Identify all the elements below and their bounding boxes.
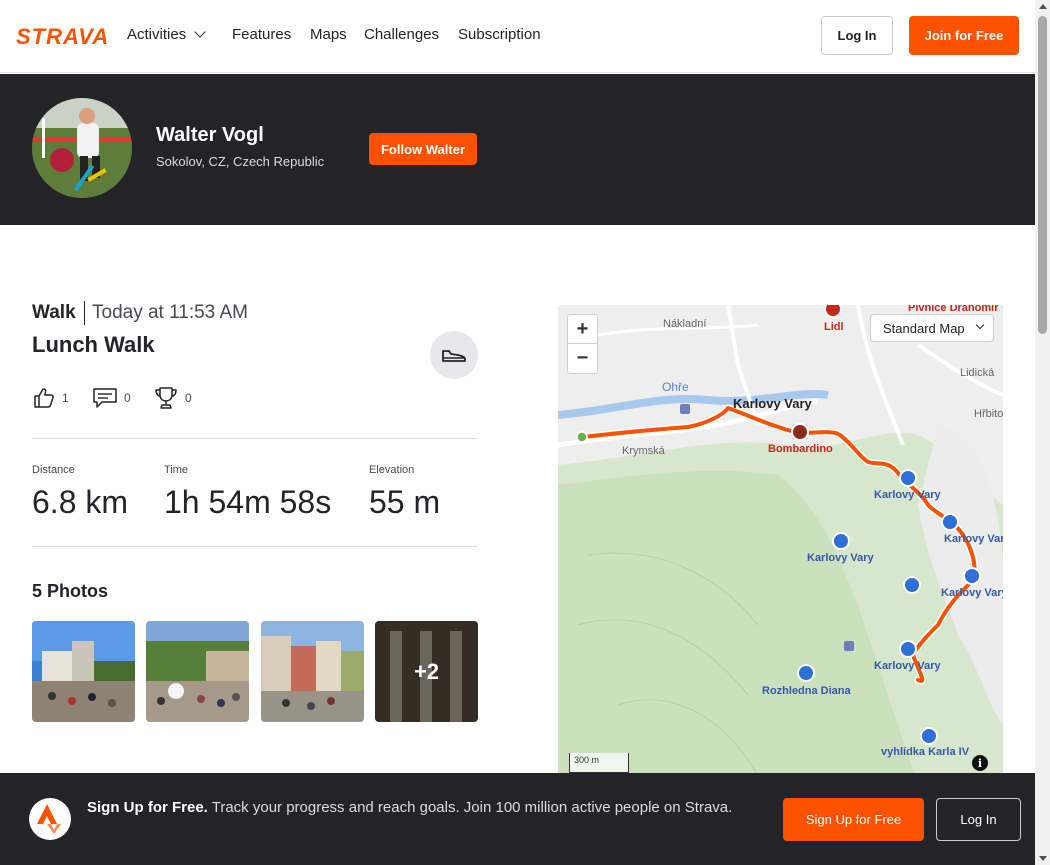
activity-page: STRAVA Activities Features Maps Challeng… — [0, 0, 1050, 865]
map-label: Karlovy Vary — [944, 533, 1003, 545]
photo-thumbnail[interactable] — [32, 621, 135, 722]
thumbs-up-icon — [34, 388, 54, 408]
nav-activities-label: Activities — [127, 26, 187, 43]
nav-subscription[interactable]: Subscription — [458, 26, 541, 43]
photos-title: 5 Photos — [32, 581, 109, 601]
stat-label: Time — [164, 464, 189, 476]
map-label: Krymská — [622, 445, 665, 457]
stat-distance: Distance 6.8 km — [32, 464, 128, 521]
stat-label: Distance — [32, 464, 75, 476]
stat-value: 55 m — [369, 484, 441, 520]
divider — [32, 438, 478, 439]
achievements-button[interactable]: 0 — [153, 385, 192, 411]
activity-time: Today at 11:53 AM — [92, 302, 248, 323]
map-label: Karlovy Vary — [733, 396, 812, 411]
photo-thumbnail[interactable] — [261, 621, 364, 722]
map-style-value: Standard Map — [883, 320, 965, 336]
photo-thumbnail-more[interactable]: +2 — [375, 621, 478, 722]
kudos-button[interactable]: 1 — [32, 385, 69, 411]
scroll-up-icon[interactable] — [1039, 4, 1047, 9]
map-label: Rozhledna Diana — [762, 685, 851, 697]
stat-value: 6.8 km — [32, 484, 129, 520]
athlete-name[interactable]: Walter Vogl — [156, 124, 264, 147]
activity-title: Lunch Walk — [32, 332, 155, 357]
more-photos-count: +2 — [375, 621, 478, 722]
map-scale: 300 m — [569, 753, 629, 773]
map-label: Lidl — [824, 321, 844, 333]
signup-banner-headline: Sign Up for Free. — [87, 799, 208, 816]
nav-activities[interactable]: Activities — [127, 26, 206, 43]
map-label: Karlovy Vary — [874, 489, 941, 501]
map-label: Lidická — [960, 367, 995, 379]
gear-shoe-button[interactable] — [430, 331, 478, 379]
join-for-free-button[interactable]: Join for Free — [909, 16, 1019, 55]
signup-button[interactable]: Sign Up for Free — [783, 798, 924, 841]
stat-elevation: Elevation 55 m — [369, 464, 440, 521]
achievements-count: 0 — [185, 391, 192, 405]
strava-logo[interactable]: STRAVA — [16, 26, 111, 46]
scrollbar-thumb[interactable] — [1038, 16, 1047, 334]
trophy-icon — [155, 387, 177, 409]
banner-login-button[interactable]: Log In — [936, 798, 1021, 841]
nav-challenges[interactable]: Challenges — [364, 26, 439, 43]
stat-label: Elevation — [369, 464, 415, 476]
comments-count: 0 — [124, 391, 131, 405]
athlete-header: Walter Vogl Sokolov, CZ, Czech Republic … — [0, 74, 1035, 225]
divider — [84, 301, 85, 325]
svg-text:STRAVA: STRAVA — [16, 26, 109, 46]
map-style-select[interactable]: Standard Map — [870, 314, 994, 342]
nav-features[interactable]: Features — [232, 26, 291, 43]
map-label: Bombardino — [768, 443, 833, 455]
map-label: Nákladní — [663, 318, 707, 330]
info-icon[interactable]: i — [972, 755, 988, 771]
scroll-down-icon[interactable] — [1039, 856, 1047, 861]
zoom-out-button[interactable]: − — [568, 344, 597, 373]
chevron-down-icon — [975, 320, 984, 330]
athlete-location: Sokolov, CZ, Czech Republic — [156, 154, 325, 169]
shoe-icon — [442, 350, 466, 362]
kudos-count: 1 — [62, 391, 69, 405]
top-navigation: STRAVA Activities Features Maps Challeng… — [0, 0, 1035, 73]
login-button[interactable]: Log In — [821, 16, 893, 55]
nav-maps[interactable]: Maps — [310, 26, 347, 43]
map-canvas — [558, 305, 1003, 785]
signup-banner-body: Track your progress and reach goals. Joi… — [207, 799, 733, 816]
map-label: Karlovy Vary — [807, 552, 874, 564]
chevron-down-icon — [194, 26, 206, 38]
follow-button[interactable]: Follow Walter — [369, 133, 477, 165]
stat-value: 1h 54m 58s — [164, 484, 332, 520]
map-label: Hřbitov — [974, 408, 1003, 420]
map-label: Karlovy Vary — [941, 587, 1003, 599]
strava-mark-icon — [29, 798, 71, 840]
comment-icon — [93, 388, 117, 408]
map-label: vyhlídka Karla IV — [881, 746, 970, 758]
photo-thumbnail[interactable] — [146, 621, 249, 722]
divider — [32, 546, 478, 547]
athlete-avatar[interactable] — [32, 98, 132, 198]
map-label: Pivnice Dranomir — [908, 305, 999, 314]
map-zoom-controls: + − — [567, 314, 598, 374]
map-label: Ohře — [662, 380, 689, 394]
signup-banner: Sign Up for Free. Track your progress an… — [0, 773, 1035, 865]
stat-time: Time 1h 54m 58s — [164, 464, 331, 521]
comments-button[interactable]: 0 — [92, 385, 131, 411]
activity-type: Walk — [32, 302, 76, 323]
activity-map[interactable]: Karlovy Vary Bombardino Lidl Nákladní Oh… — [558, 305, 1003, 785]
zoom-in-button[interactable]: + — [568, 315, 597, 344]
map-label: Karlovy Vary — [874, 660, 941, 672]
page-scrollbar[interactable] — [1035, 0, 1050, 865]
signup-banner-text: Sign Up for Free. Track your progress an… — [87, 797, 767, 819]
